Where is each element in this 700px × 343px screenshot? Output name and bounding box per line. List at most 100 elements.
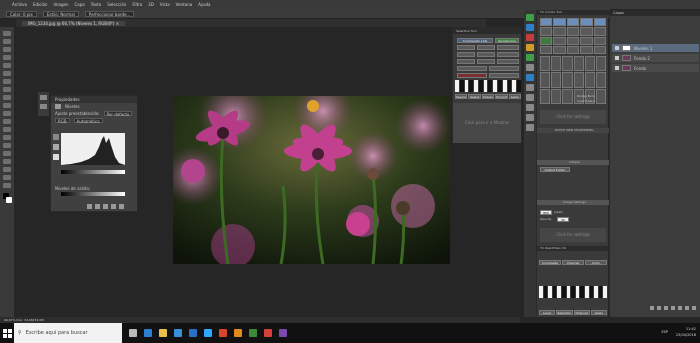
quick-select-tool-icon[interactable] (3, 55, 11, 60)
blur-tool-icon[interactable] (3, 127, 11, 132)
plugin-button-6[interactable] (497, 52, 519, 57)
plugin-button-13[interactable] (489, 73, 519, 78)
layer-row[interactable]: Fondo 2 (612, 54, 699, 62)
tool-grid-icon-9[interactable] (562, 72, 573, 88)
product-button[interactable]: Product (495, 94, 508, 99)
folder-icon[interactable] (678, 306, 682, 310)
refine-edge-button[interactable]: Perfeccionar borde... (84, 10, 135, 17)
combo-btn-11[interactable] (540, 36, 553, 45)
eyedropper-tool-icon[interactable] (3, 71, 11, 76)
stamp-tool-icon[interactable] (3, 95, 11, 100)
firefox-icon[interactable] (234, 329, 242, 337)
tool-grid-icon-8[interactable] (551, 72, 562, 88)
lasso-tool-icon[interactable] (3, 47, 11, 52)
healing-tool-icon[interactable] (3, 79, 11, 84)
tool-grid-icon-6[interactable] (595, 56, 606, 72)
apply-bottom-tab[interactable]: Apply (590, 310, 607, 315)
output-folder-button[interactable]: Output Folder (540, 167, 570, 172)
plugin-button-8[interactable] (477, 59, 495, 64)
opacity-input[interactable]: 90 (557, 217, 569, 222)
info-icon[interactable] (40, 104, 47, 109)
language-indicator[interactable]: ESP (661, 330, 668, 334)
app-icon-2[interactable] (249, 329, 257, 337)
menu-filter[interactable]: Filtro (132, 2, 142, 7)
combo-btn-4[interactable] (580, 18, 593, 27)
combo-btn-10[interactable] (593, 27, 606, 36)
gray-panel-icon-2[interactable] (526, 84, 534, 91)
fx-icon[interactable] (657, 306, 661, 310)
combo-btn-15[interactable] (593, 36, 606, 45)
plugin-button-10[interactable] (457, 66, 487, 71)
layer-row[interactable]: Fondo (612, 64, 699, 72)
menu-help[interactable]: Ayuda (198, 2, 210, 7)
menu-image[interactable]: Imagen (53, 2, 68, 7)
tool-grid-icon-7[interactable] (540, 72, 551, 88)
menu-select[interactable]: Selección (107, 2, 126, 7)
link-icon[interactable] (650, 306, 654, 310)
feather-field[interactable]: Calar: 0 píx (6, 10, 37, 17)
store-icon[interactable] (174, 329, 182, 337)
eraser-tool-icon[interactable] (3, 111, 11, 116)
sharpening-click-settings[interactable]: Click for settings (540, 228, 606, 242)
visibility-eye-icon[interactable] (615, 66, 619, 70)
gray-panel-icon[interactable] (526, 64, 534, 71)
combo-btn-19[interactable] (580, 45, 593, 54)
eyedropper-gray-icon[interactable] (53, 144, 59, 150)
layer-row[interactable]: Niveles 1 (612, 44, 699, 52)
composite-tab[interactable]: Composite (539, 260, 561, 265)
menu-type[interactable]: Texto (91, 2, 102, 7)
reset-icon[interactable] (103, 204, 108, 209)
photoshop-icon[interactable] (204, 329, 212, 337)
mail-icon[interactable] (189, 329, 197, 337)
combo-btn-5[interactable] (593, 18, 606, 27)
tool-grid-icon-10[interactable] (573, 72, 584, 88)
pen-tool-icon[interactable] (3, 143, 11, 148)
clip-icon[interactable] (87, 204, 92, 209)
channel-select[interactable]: RGB (55, 118, 70, 124)
plugin-button-2[interactable] (477, 45, 495, 50)
special-button[interactable]: Special (455, 94, 468, 99)
combo-btn-6[interactable] (540, 27, 553, 36)
pixels-input[interactable]: 800 (540, 210, 552, 215)
combo-click-settings[interactable]: Click for settings (540, 110, 606, 124)
plugin-piano-keys[interactable] (455, 80, 521, 92)
combo-btn-13[interactable] (566, 36, 580, 45)
click-here-box[interactable]: Click para ir a Mostrar (453, 103, 521, 143)
menu-3d[interactable]: 3D (148, 2, 154, 7)
green-panel-icon-2[interactable] (526, 54, 534, 61)
channel-bottom-tab[interactable]: Channel (573, 310, 590, 315)
new-layer-icon[interactable] (685, 306, 689, 310)
plugin-button-12[interactable] (457, 73, 487, 78)
select-button[interactable]: Select (468, 94, 481, 99)
plugin-button-7[interactable] (457, 59, 475, 64)
gray-panel-icon-5[interactable] (526, 114, 534, 121)
history-brush-tool-icon[interactable] (3, 103, 11, 108)
gray-panel-icon-6[interactable] (526, 124, 534, 131)
plugin-button-5[interactable] (477, 52, 495, 57)
trash-icon[interactable] (692, 306, 696, 310)
task-view-icon[interactable] (129, 329, 137, 337)
brush-tool-icon[interactable] (3, 87, 11, 92)
tool-grid-icon-11[interactable] (584, 72, 595, 88)
combo-btn-12[interactable] (553, 36, 566, 45)
eyedropper-white-icon[interactable] (53, 154, 59, 160)
gray-panel-icon-3[interactable] (526, 94, 534, 101)
preset-select[interactable]: Por defecto (103, 111, 133, 117)
edge-icon[interactable] (144, 329, 152, 337)
tool-grid-icon-15[interactable] (562, 88, 573, 104)
crop-tool-icon[interactable] (3, 63, 11, 68)
output-gradient[interactable] (61, 192, 125, 196)
combo-btn-1[interactable] (540, 18, 553, 27)
type-tool-icon[interactable] (3, 151, 11, 156)
taskbar-search[interactable]: ⚲ Escribe aquí para buscar (14, 323, 122, 343)
style-select[interactable]: Estilo: Normal (42, 10, 79, 17)
community-link-button[interactable]: Community Link (457, 38, 493, 43)
combo-btn-20[interactable] (593, 45, 606, 54)
menu-layer[interactable]: Capa (75, 2, 85, 7)
marquee-tool-icon[interactable] (3, 39, 11, 44)
tool-grid-icon-3[interactable] (562, 56, 573, 72)
view-previous-icon[interactable] (95, 204, 100, 209)
tool-grid-icon-1[interactable] (540, 56, 551, 72)
combo-btn-9[interactable] (580, 27, 593, 36)
zoom-tool-icon[interactable] (3, 183, 11, 188)
